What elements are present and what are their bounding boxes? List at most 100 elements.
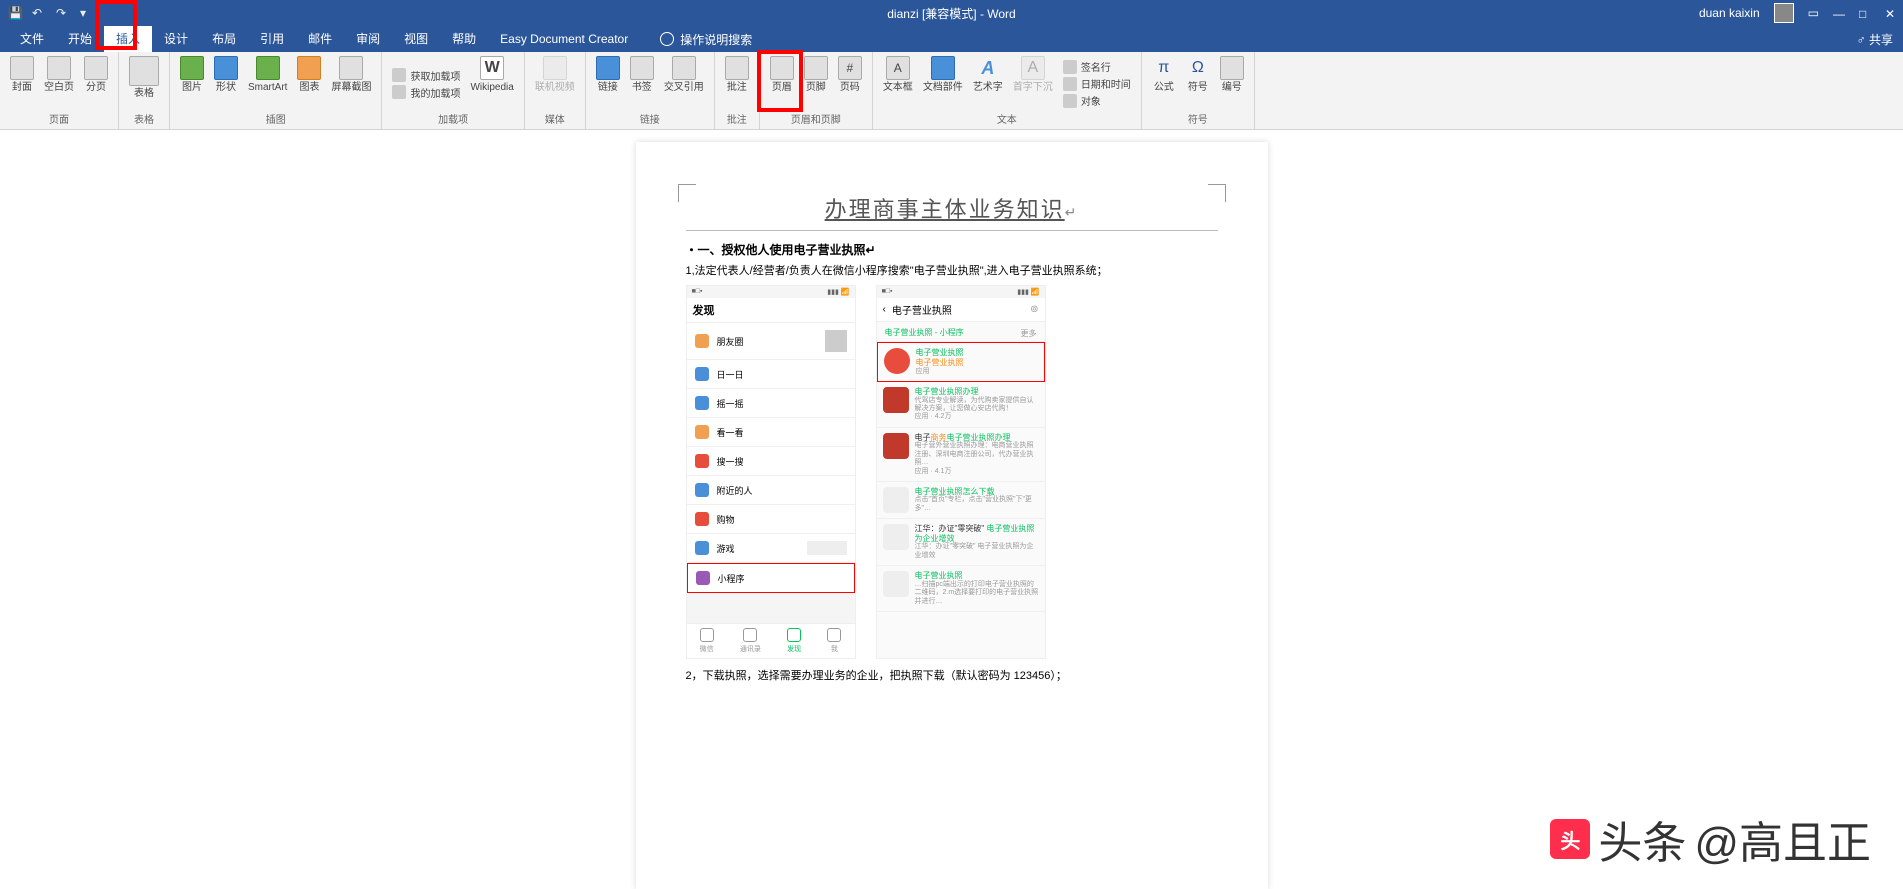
me-tab-icon (827, 628, 841, 642)
minimize-icon[interactable]: — (1833, 7, 1845, 19)
tab-edc[interactable]: Easy Document Creator (488, 26, 640, 52)
doc-paragraph-1: 1,法定代表人/经营者/负责人在微信小程序搜索"电子营业执照",进入电子营业执照… (686, 264, 1218, 279)
miniprogram-item: 小程序 (687, 563, 855, 593)
scan-icon (695, 367, 709, 381)
blank-page-button[interactable]: 空白页 (40, 54, 78, 113)
crop-mark-tr (1208, 184, 1226, 202)
toutiao-logo-icon: 头 (1550, 819, 1590, 859)
hyperlink-button[interactable]: 链接 (592, 54, 624, 113)
object-button[interactable]: 对象 (1059, 92, 1135, 109)
bookmark-button[interactable]: 书签 (626, 54, 658, 113)
wechat-discover-title: 发现 (687, 298, 855, 323)
document-area[interactable]: 办理商事主体业务知识↵ ・一、授权他人使用电子营业执照↵ 1,法定代表人/经营者… (0, 130, 1903, 889)
tab-insert[interactable]: 插入 (104, 26, 152, 52)
restore-icon[interactable]: □ (1859, 7, 1871, 19)
group-label-text: 文本 (997, 113, 1017, 129)
tell-me-search[interactable]: 操作说明搜索 (660, 31, 752, 48)
date-time-button[interactable]: 日期和时间 (1059, 75, 1135, 92)
user-name[interactable]: duan kaixin (1699, 6, 1760, 20)
group-media: 联机视频 媒体 (525, 52, 586, 129)
group-comments: 批注 批注 (715, 52, 760, 129)
smartart-button[interactable]: SmartArt (244, 54, 291, 113)
doc-divider (686, 230, 1218, 231)
tab-mailings[interactable]: 邮件 (296, 26, 344, 52)
my-addins-button[interactable]: 我的加载项 (388, 84, 464, 101)
tab-view[interactable]: 视图 (392, 26, 440, 52)
share-button[interactable]: ♂ 共享 (1857, 31, 1893, 48)
get-addins-button[interactable]: 获取加载项 (388, 67, 464, 84)
comment-button[interactable]: 批注 (721, 54, 753, 113)
group-label-pages: 页面 (49, 113, 69, 129)
ribbon-insert: 封面 空白页 分页 页面 表格 表格 图片 形状 SmartArt 图表 屏幕截… (0, 52, 1903, 130)
undo-icon[interactable]: ↶ (32, 6, 46, 20)
tell-me-label: 操作说明搜索 (680, 31, 752, 48)
games-icon (695, 541, 709, 555)
doc-heading: 办理商事主体业务知识↵ (686, 192, 1218, 224)
bulb-icon (660, 32, 674, 46)
moments-icon (695, 334, 709, 348)
header-button[interactable]: 页眉 (766, 54, 798, 113)
tab-home[interactable]: 开始 (56, 26, 104, 52)
textbox-button[interactable]: A文本框 (879, 54, 917, 113)
cross-reference-button[interactable]: 交叉引用 (660, 54, 708, 113)
back-icon: ‹ (883, 304, 886, 315)
group-label-media: 媒体 (545, 113, 565, 129)
tab-help[interactable]: 帮助 (440, 26, 488, 52)
redo-icon[interactable]: ↷ (56, 6, 70, 20)
shake-icon (695, 396, 709, 410)
group-header-footer: 页眉 页脚 #页码 页眉和页脚 (760, 52, 873, 129)
chart-button[interactable]: 图表 (293, 54, 325, 113)
tab-design[interactable]: 设计 (152, 26, 200, 52)
group-label-illustrations: 插图 (266, 113, 286, 129)
group-text: A文本框 文档部件 A艺术字 A首字下沉 签名行 日期和时间 对象 文本 (873, 52, 1142, 129)
equation-button[interactable]: π公式 (1148, 54, 1180, 113)
quick-parts-button[interactable]: 文档部件 (919, 54, 967, 113)
doc-section-1: ・一、授权他人使用电子营业执照↵ (686, 241, 1218, 258)
screenshot-button[interactable]: 屏幕截图 (327, 54, 375, 113)
group-tables: 表格 表格 (119, 52, 170, 129)
search-result-boxed: 电子营业执照电子营业执照应用 (877, 342, 1045, 382)
tab-layout[interactable]: 布局 (200, 26, 248, 52)
store-icon (392, 68, 406, 82)
wikipedia-button[interactable]: WWikipedia (466, 54, 517, 113)
save-icon[interactable]: 💾 (8, 6, 22, 20)
window-title: dianzi [兼容模式] - Word (887, 5, 1015, 22)
page-number-button[interactable]: #页码 (834, 54, 866, 113)
look-icon (695, 425, 709, 439)
user-avatar[interactable] (1774, 3, 1794, 23)
group-label-tables: 表格 (134, 113, 154, 129)
symbol-button[interactable]: Ω符号 (1182, 54, 1214, 113)
group-symbols: π公式 Ω符号 编号 符号 (1142, 52, 1255, 129)
watermark: 头 头条 @高且正 (1550, 807, 1871, 871)
phone-screenshot-1: ■□▪▮▮▮ 📶 发现 朋友圈 日一日 摇一摇 看一看 搜一搜 附近的人 购物 … (686, 285, 856, 659)
signature-line-button[interactable]: 签名行 (1059, 58, 1135, 75)
page-break-button[interactable]: 分页 (80, 54, 112, 113)
qat-customize-icon[interactable]: ▾ (80, 6, 94, 20)
phone-screenshot-2: ■□▪▮▮▮ 📶 ‹电子营业执照⊚ 电子营业执照 - 小程序更多 电子营业执照电… (876, 285, 1046, 659)
ribbon-display-icon[interactable]: ▭ (1808, 6, 1819, 20)
miniprogram-icon (696, 571, 710, 585)
group-label-symbols: 符号 (1188, 113, 1208, 129)
pictures-button[interactable]: 图片 (176, 54, 208, 113)
doc-paragraph-2: 2，下载执照，选择需要办理业务的企业，把执照下载（默认密码为 123456）； (686, 669, 1218, 684)
search-icon (695, 454, 709, 468)
wordart-button[interactable]: A艺术字 (969, 54, 1007, 113)
number-button[interactable]: 编号 (1216, 54, 1248, 113)
footer-button[interactable]: 页脚 (800, 54, 832, 113)
chat-tab-icon (700, 628, 714, 642)
cover-page-button[interactable]: 封面 (6, 54, 38, 113)
tab-review[interactable]: 审阅 (344, 26, 392, 52)
shapes-button[interactable]: 形状 (210, 54, 242, 113)
group-pages: 封面 空白页 分页 页面 (0, 52, 119, 129)
tab-file[interactable]: 文件 (8, 26, 56, 52)
table-button[interactable]: 表格 (125, 54, 163, 113)
quick-access-toolbar: 💾 ↶ ↷ ▾ (0, 6, 94, 20)
contacts-tab-icon (743, 628, 757, 642)
signature-icon (1063, 60, 1077, 74)
group-addins: 获取加载项 我的加载项 WWikipedia 加载项 (382, 52, 524, 129)
group-links: 链接 书签 交叉引用 链接 (586, 52, 715, 129)
discover-tab-icon (787, 628, 801, 642)
close-icon[interactable]: ✕ (1885, 7, 1897, 19)
group-label-addins: 加载项 (438, 113, 468, 129)
tab-references[interactable]: 引用 (248, 26, 296, 52)
